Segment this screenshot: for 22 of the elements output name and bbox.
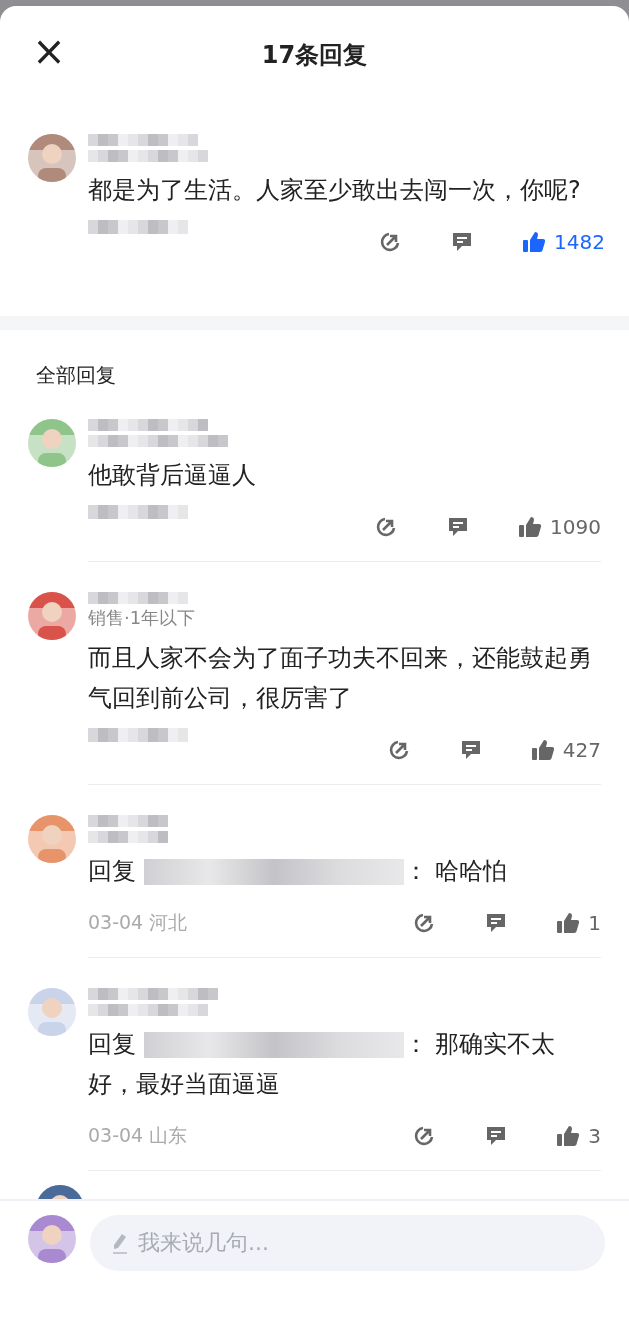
comment-text: 都是为了生活。人家至少敢出去闯一次，你呢? <box>88 175 582 207</box>
like-button[interactable]: 1 <box>556 911 601 936</box>
like-button[interactable]: 1482 <box>522 230 605 255</box>
comment-meta: 03-04 山东 <box>88 1123 188 1149</box>
thumbs-up-icon <box>518 515 543 540</box>
comment-meta: 03-04 河北 <box>88 910 188 936</box>
reply-text: 回复 ： 那确实不太好，最好当面逼逼 <box>88 1029 557 1101</box>
section-title: 全部回复 <box>35 362 117 390</box>
comment-text: 而且人家不会为了面子功夫不回来，还能鼓起勇气回到前公司，很厉害了 <box>88 643 593 715</box>
thumbs-up-icon <box>522 230 547 255</box>
pen-icon <box>110 1231 130 1254</box>
thumbs-up-icon <box>556 911 581 936</box>
thumbs-up-icon <box>530 738 555 763</box>
like-button[interactable]: 3 <box>556 1124 601 1149</box>
comment-text: 他敢背后逼逼人 <box>88 460 257 492</box>
user-subtitle: 销售·1年以下 <box>88 606 197 631</box>
like-button[interactable]: 427 <box>530 738 601 763</box>
like-button[interactable]: 1090 <box>518 515 601 540</box>
close-button[interactable]: × <box>30 32 68 70</box>
comment-input[interactable]: 我来说几句... <box>90 1214 605 1271</box>
thumbs-up-icon <box>556 1124 581 1149</box>
page-title: 17条回复 <box>261 40 368 72</box>
